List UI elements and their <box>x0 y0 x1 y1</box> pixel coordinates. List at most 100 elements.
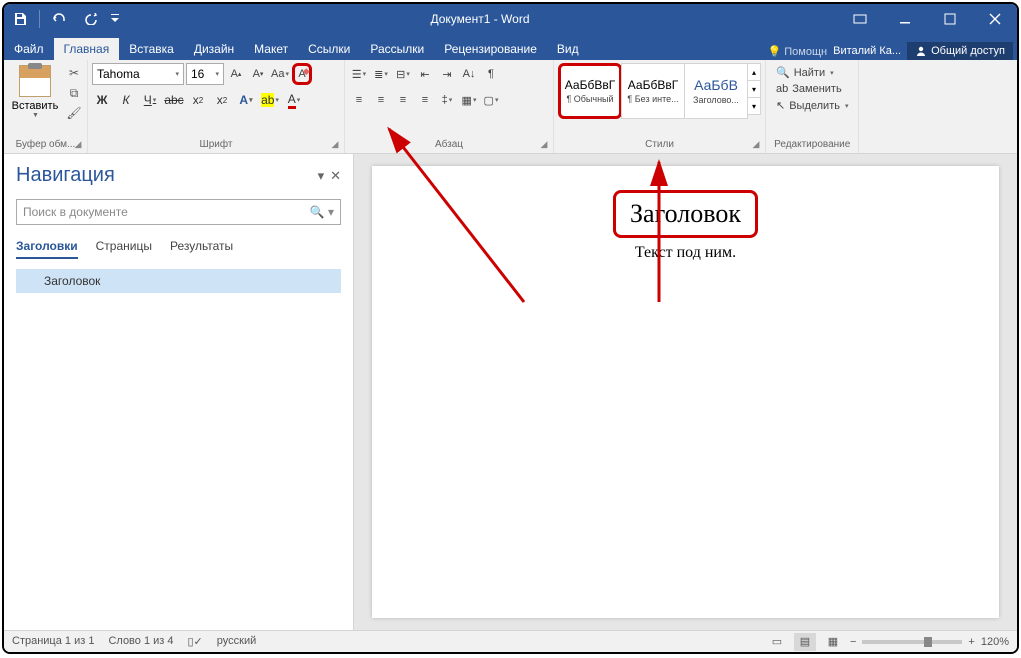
group-styles: АаБбВвГ ¶ Обычный АаБбВвГ ¶ Без инте... … <box>554 60 766 153</box>
increase-indent-button[interactable]: ⇥ <box>437 63 457 85</box>
share-button[interactable]: Общий доступ <box>907 42 1013 60</box>
replace-button[interactable]: abЗаменить <box>774 82 850 96</box>
justify-button[interactable]: ≡ <box>415 89 435 111</box>
qat-customize[interactable] <box>107 4 123 34</box>
tab-design[interactable]: Дизайн <box>184 38 244 60</box>
nav-tab-pages[interactable]: Страницы <box>96 239 152 259</box>
select-button[interactable]: ↖Выделить ▾ <box>774 98 850 113</box>
styles-launcher[interactable]: ◢ <box>749 137 763 151</box>
subscript-button[interactable]: x2 <box>188 89 208 111</box>
nav-tab-results[interactable]: Результаты <box>170 239 233 259</box>
tell-me[interactable]: 💡 Помощн <box>768 45 828 58</box>
word-count[interactable]: Слово 1 из 4 <box>108 635 173 648</box>
change-case-button[interactable]: Aa▾ <box>270 63 290 85</box>
clipboard-icon <box>19 65 51 97</box>
bold-button[interactable]: Ж <box>92 89 112 111</box>
tab-mailings[interactable]: Рассылки <box>360 38 434 60</box>
superscript-button[interactable]: x2 <box>212 89 232 111</box>
replace-icon: ab <box>776 83 788 95</box>
window-title: Документ1 - Word <box>123 12 837 26</box>
proofing-icon[interactable]: ▯✓ <box>188 635 203 648</box>
font-name-combo[interactable]: Tahoma▾ <box>92 63 184 85</box>
zoom-slider[interactable] <box>862 640 962 644</box>
tab-file[interactable]: Файл <box>4 38 54 60</box>
clear-formatting-button[interactable]: A◆ <box>292 63 312 85</box>
undo-button[interactable] <box>43 4 75 34</box>
tab-layout[interactable]: Макет <box>244 38 298 60</box>
styles-expand[interactable]: ▾ <box>747 97 761 115</box>
font-color-button[interactable]: A▾ <box>284 89 304 111</box>
nav-dropdown[interactable]: ▾ <box>318 168 325 184</box>
sort-button[interactable]: A↓ <box>459 63 479 85</box>
redo-button[interactable] <box>75 4 107 34</box>
cut-button[interactable]: ✂ <box>65 65 83 81</box>
ribbon-tabs: Файл Главная Вставка Дизайн Макет Ссылки… <box>4 34 1017 60</box>
paste-button[interactable]: Вставить ▼ <box>8 63 62 137</box>
find-button[interactable]: 🔍Найти ▾ <box>774 65 850 80</box>
font-launcher[interactable]: ◢ <box>328 137 342 151</box>
format-painter-button[interactable]: 🖌 <box>65 105 83 121</box>
shading-button[interactable]: ▦▾ <box>459 89 479 111</box>
borders-button[interactable]: ▢▾ <box>481 89 501 111</box>
navigation-search[interactable]: Поиск в документе 🔍 ▾ <box>16 199 341 225</box>
paragraph-launcher[interactable]: ◢ <box>537 137 551 151</box>
nav-heading-item[interactable]: Заголовок <box>16 269 341 293</box>
style-heading1[interactable]: АаБбВ Заголово... <box>684 63 748 119</box>
multilevel-list-button[interactable]: ⊟▾ <box>393 63 413 85</box>
document-heading[interactable]: Заголовок <box>613 190 758 238</box>
print-layout-button[interactable]: ▤ <box>794 633 816 651</box>
group-font: Tahoma▾ 16▾ A▴ A▾ Aa▾ A◆ Ж К Ч ▾ abc x2 … <box>88 60 345 153</box>
cursor-icon: ↖ <box>776 99 785 112</box>
font-size-combo[interactable]: 16▾ <box>186 63 224 85</box>
clipboard-launcher[interactable]: ◢ <box>71 137 85 151</box>
ribbon-display-options[interactable] <box>837 4 882 34</box>
group-clipboard: Вставить ▼ ✂ ⧉ 🖌 Буфер обм... ◢ <box>4 60 88 153</box>
show-hide-button[interactable]: ¶ <box>481 63 501 85</box>
tab-view[interactable]: Вид <box>547 38 589 60</box>
styles-scroll-up[interactable]: ▴ <box>747 63 761 81</box>
page: Заголовок Текст под ним. <box>372 166 999 618</box>
maximize-button[interactable] <box>927 4 972 34</box>
italic-button[interactable]: К <box>116 89 136 111</box>
highlight-button[interactable]: ab▾ <box>260 89 280 111</box>
numbering-button[interactable]: ≣▾ <box>371 63 391 85</box>
nav-tab-headings[interactable]: Заголовки <box>16 239 78 259</box>
nav-close-button[interactable]: ✕ <box>330 168 341 184</box>
grow-font-button[interactable]: A▴ <box>226 63 246 85</box>
tab-references[interactable]: Ссылки <box>298 38 360 60</box>
text-effects-button[interactable]: A ▾ <box>236 89 256 111</box>
user-name[interactable]: Виталий Ка... <box>833 45 901 57</box>
save-button[interactable] <box>4 4 36 34</box>
document-body-text[interactable]: Текст под ним. <box>412 244 959 262</box>
page-indicator[interactable]: Страница 1 из 1 <box>12 635 94 648</box>
align-left-button[interactable]: ≡ <box>349 89 369 111</box>
navigation-pane: Навигация ▾ ✕ Поиск в документе 🔍 ▾ Заго… <box>4 154 354 630</box>
close-button[interactable] <box>972 4 1017 34</box>
web-layout-button[interactable]: ▦ <box>822 633 844 651</box>
zoom-level[interactable]: 120% <box>981 636 1009 648</box>
underline-button[interactable]: Ч ▾ <box>140 89 160 111</box>
align-right-button[interactable]: ≡ <box>393 89 413 111</box>
line-spacing-button[interactable]: ‡▾ <box>437 89 457 111</box>
strikethrough-button[interactable]: abc <box>164 89 184 111</box>
document-area[interactable]: Заголовок Текст под ним. <box>354 154 1017 630</box>
styles-scroll-down[interactable]: ▾ <box>747 80 761 98</box>
style-normal[interactable]: АаБбВвГ ¶ Обычный <box>558 63 622 119</box>
shrink-font-button[interactable]: A▾ <box>248 63 268 85</box>
style-no-spacing[interactable]: АаБбВвГ ¶ Без инте... <box>621 63 685 119</box>
zoom-out-button[interactable]: − <box>850 636 856 648</box>
group-paragraph: ☰▾ ≣▾ ⊟▾ ⇤ ⇥ A↓ ¶ ≡ ≡ ≡ ≡ ‡▾ ▦▾ ▢▾ Абзац… <box>345 60 554 153</box>
title-bar: Документ1 - Word <box>4 4 1017 34</box>
tab-insert[interactable]: Вставка <box>119 38 184 60</box>
language-indicator[interactable]: русский <box>217 635 256 648</box>
bullets-button[interactable]: ☰▾ <box>349 63 369 85</box>
tab-review[interactable]: Рецензирование <box>434 38 547 60</box>
minimize-button[interactable] <box>882 4 927 34</box>
zoom-in-button[interactable]: + <box>968 636 974 648</box>
align-center-button[interactable]: ≡ <box>371 89 391 111</box>
read-mode-button[interactable]: ▭ <box>766 633 788 651</box>
copy-button[interactable]: ⧉ <box>65 85 83 101</box>
navigation-title: Навигация <box>16 164 115 187</box>
tab-home[interactable]: Главная <box>54 38 120 60</box>
decrease-indent-button[interactable]: ⇤ <box>415 63 435 85</box>
